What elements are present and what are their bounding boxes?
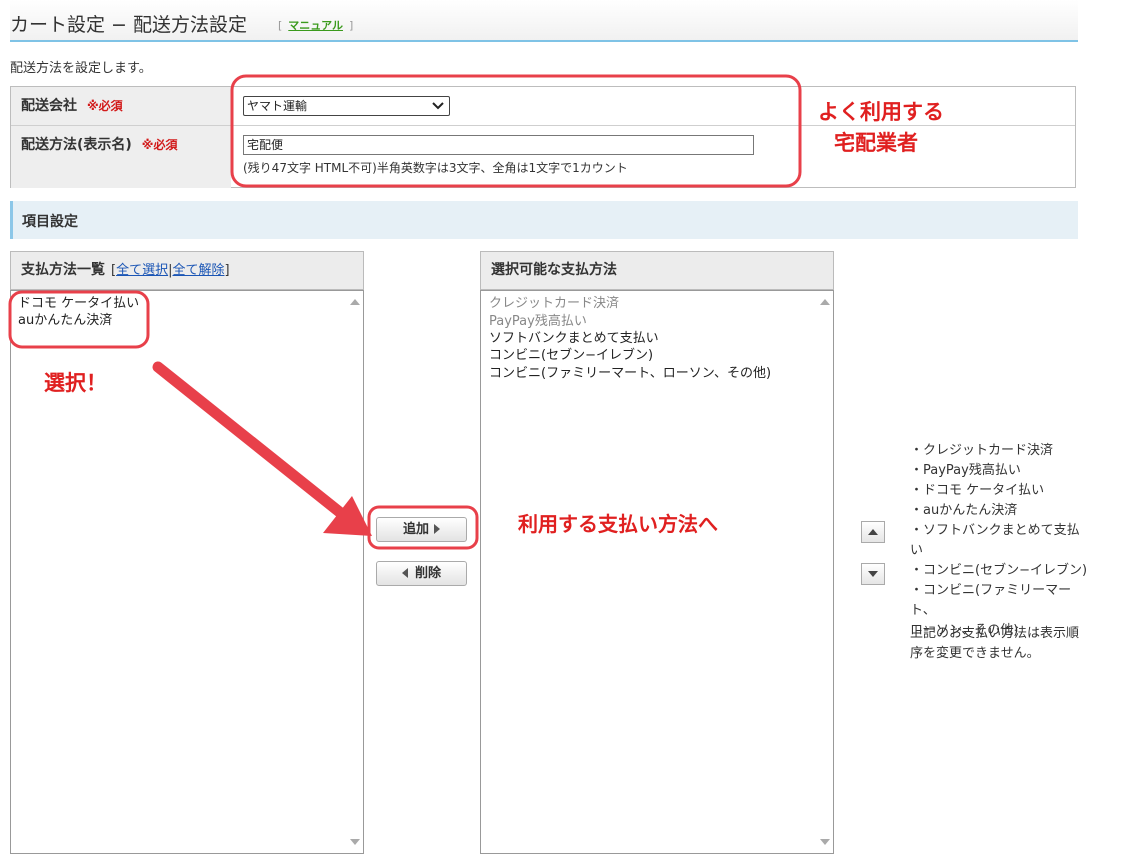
selection-highlight-box: [8, 290, 150, 349]
annotation-to-methods: 利用する支払い方法へ: [518, 512, 718, 536]
annotation-carrier-line1: よく利用する: [818, 100, 944, 124]
arrow-icon: [152, 361, 348, 520]
add-button-highlight-box: [367, 505, 479, 550]
annotation-carrier-line2: 宅配業者: [834, 131, 918, 155]
annotation-overlay: [8, 74, 802, 550]
carrier-highlight-box: [230, 74, 802, 188]
annotation-select: 選択！: [44, 371, 107, 395]
